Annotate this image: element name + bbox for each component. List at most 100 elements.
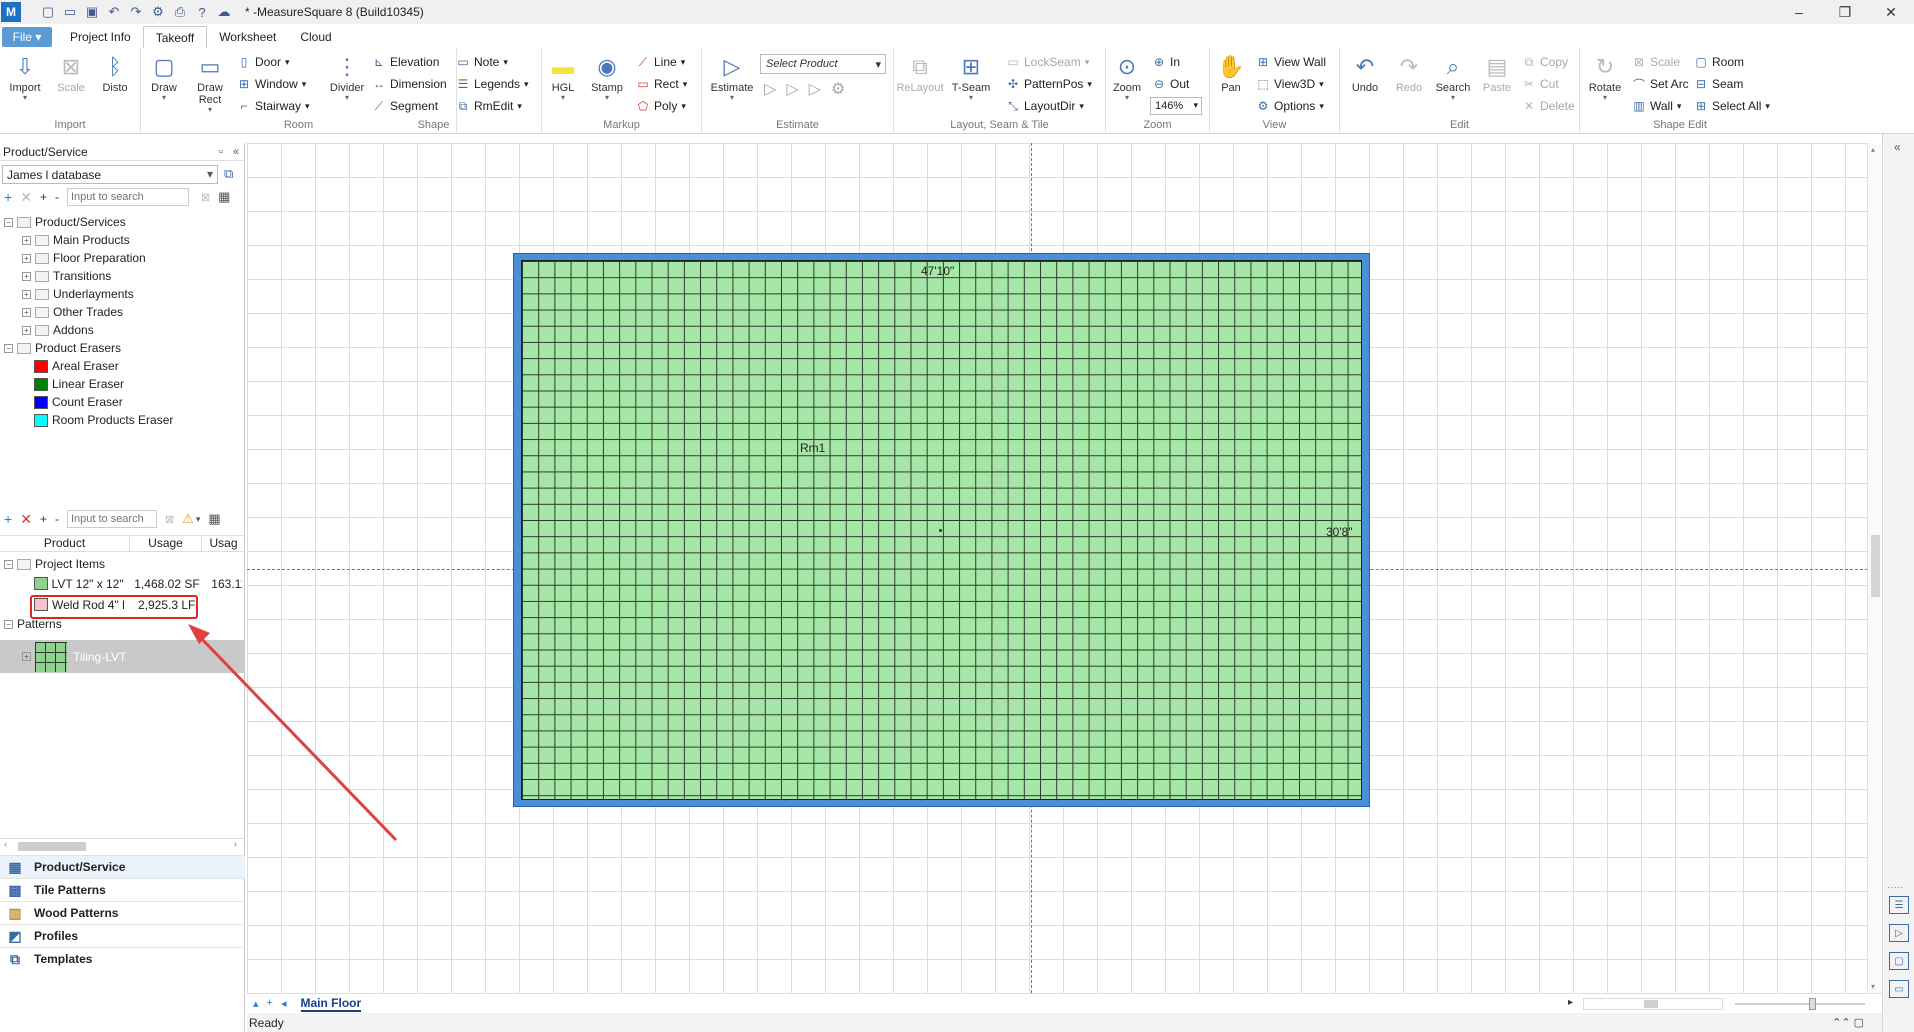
tree-item-underlayments[interactable]: + Underlayments	[4, 285, 242, 303]
tree-item-other-trades[interactable]: + Other Trades	[4, 303, 242, 321]
add-icon[interactable]: +	[4, 189, 12, 205]
add-item-icon[interactable]: +	[4, 511, 12, 527]
play-icon[interactable]: ▷	[764, 79, 776, 99]
nav-templates[interactable]: ⧉ Templates	[0, 947, 245, 970]
select-product-dropdown[interactable]: Select Product ▾	[760, 54, 886, 74]
redo-button[interactable]: ↷ Redo	[1388, 52, 1430, 94]
tree-item-main-products[interactable]: + Main Products	[4, 231, 242, 249]
zoom-level-dropdown[interactable]: 146% ▾	[1150, 97, 1202, 115]
app-icon[interactable]: M	[1, 2, 21, 22]
pan-button[interactable]: ✋ Pan	[1210, 52, 1252, 94]
pattern-item-tiling-lvt[interactable]: + Tiling-LVT	[0, 640, 245, 673]
nav-product-service[interactable]: ▦ Product/Service	[0, 855, 245, 878]
elevation-button[interactable]: ⊾ Elevation	[372, 53, 439, 71]
project-item-lvt[interactable]: LVT 12" x 12" 1,468.02 SF 163.11	[4, 573, 242, 594]
seam-select-button[interactable]: ⊟ Seam	[1694, 75, 1743, 93]
play-forward-icon[interactable]: ▷	[809, 79, 821, 99]
warning-icon[interactable]: ⚠	[182, 511, 194, 527]
project-items-search-input[interactable]	[66, 510, 157, 528]
float-panel-icon[interactable]: ▫	[219, 146, 223, 158]
layers-icon[interactable]: ▢	[1889, 952, 1909, 970]
database-link-icon[interactable]: ⧉	[224, 166, 233, 182]
collapse-items-icon[interactable]: -	[55, 512, 59, 526]
wall-button[interactable]: ▥ Wall ▾	[1632, 97, 1681, 115]
view-wall-button[interactable]: ⊞ View Wall	[1256, 53, 1326, 71]
play-panel-icon[interactable]: ▷	[1889, 924, 1909, 942]
settings-icon[interactable]: ⚙	[149, 4, 167, 20]
preview-icon[interactable]: ▭	[1889, 980, 1909, 998]
room-select-button[interactable]: ▢ Room	[1694, 53, 1744, 71]
patternpos-button[interactable]: ✣ PatternPos ▾	[1006, 75, 1092, 93]
options-button[interactable]: ⚙ Options ▾	[1256, 97, 1324, 115]
legends-button[interactable]: ☰ Legends ▾	[456, 75, 529, 93]
stairway-button[interactable]: ⌐ Stairway ▾	[237, 97, 309, 115]
grid-view-icon[interactable]: ▦	[218, 189, 230, 205]
tree-item-addons[interactable]: + Addons	[4, 321, 242, 339]
remove-icon[interactable]: ✕	[20, 189, 32, 206]
tree-item-transitions[interactable]: + Transitions	[4, 267, 242, 285]
window-button[interactable]: ⊞ Window ▾	[237, 75, 306, 93]
eraser-item-count[interactable]: Count Eraser	[4, 393, 242, 411]
close-icon[interactable]: ✕	[1868, 0, 1914, 24]
sheet-tab-main-floor[interactable]: Main Floor	[300, 996, 362, 1012]
file-menu-button[interactable]: File ▾	[2, 27, 52, 47]
tab-project-info[interactable]: Project Info	[58, 26, 143, 48]
stamp-button[interactable]: ◉ Stamp ▾	[586, 52, 628, 102]
rotate-button[interactable]: ↻ Rotate ▾	[1584, 52, 1626, 102]
column-product[interactable]: Product	[0, 536, 130, 551]
collapse-panel-icon[interactable]: «	[233, 146, 239, 158]
zoom-in-button[interactable]: ⊕ In	[1152, 53, 1180, 71]
expand-icon[interactable]: +	[40, 190, 47, 204]
tree-root[interactable]: − Product/Services	[4, 213, 242, 231]
delete-item-icon[interactable]: ✕	[20, 511, 32, 528]
horizontal-scrollbar[interactable]: ‹ ›	[0, 838, 245, 852]
lockseam-button[interactable]: ▭ LockSeam ▾	[1006, 53, 1089, 71]
help-icon[interactable]: ?	[193, 5, 211, 20]
undo-button[interactable]: ↶ Undo	[1344, 52, 1386, 94]
copy-button[interactable]: ⧉ Copy	[1522, 53, 1568, 71]
new-file-icon[interactable]: ▢	[39, 4, 57, 20]
scale-shape-button[interactable]: ⊠ Scale	[1632, 53, 1680, 71]
relayout-button[interactable]: ⧉ ReLayout	[896, 52, 944, 94]
eraser-item-areal[interactable]: Areal Eraser	[4, 357, 242, 375]
disto-button[interactable]: ᛒ Disto	[94, 52, 136, 94]
import-button[interactable]: ⇩ Import ▾	[4, 52, 46, 102]
warning-dropdown-icon[interactable]: ▾	[196, 514, 201, 525]
cut-button[interactable]: ✂ Cut	[1522, 75, 1559, 93]
draw-rect-button[interactable]: ▭ Draw Rect ▾	[187, 52, 233, 114]
clear-search-icon[interactable]: ⊠	[201, 191, 210, 204]
sheet-up-icon[interactable]: ▴	[253, 997, 259, 1010]
eraser-item-room-products[interactable]: Room Products Eraser	[4, 411, 242, 429]
nav-wood-patterns[interactable]: ▥ Wood Patterns	[0, 901, 245, 924]
set-arc-button[interactable]: ⌒ Set Arc	[1632, 75, 1689, 93]
poly-button[interactable]: ⬠ Poly ▾	[636, 97, 686, 115]
nav-profiles[interactable]: ◩ Profiles	[0, 924, 245, 947]
status-controls-icon[interactable]: ⌃⌃ ▢	[1832, 1016, 1864, 1029]
items-grid-view-icon[interactable]: ▦	[208, 511, 220, 527]
rect-button[interactable]: ▭ Rect ▾	[636, 75, 687, 93]
restore-icon[interactable]: ❐	[1822, 0, 1868, 24]
minimize-icon[interactable]: –	[1776, 0, 1822, 24]
clear-items-search-icon[interactable]: ⊠	[165, 513, 174, 526]
properties-icon[interactable]: ☰	[1889, 896, 1909, 914]
sheet-hscrollbar[interactable]	[1583, 998, 1723, 1010]
column-usage[interactable]: Usage	[130, 536, 202, 551]
tree-erasers-root[interactable]: − Product Erasers	[4, 339, 242, 357]
rmedit-button[interactable]: ⧉ RmEdit ▾	[456, 97, 522, 115]
search-button[interactable]: ⌕ Search ▾	[1432, 52, 1474, 102]
scale-button[interactable]: ⊠ Scale	[50, 52, 92, 94]
nav-tile-patterns[interactable]: ▩ Tile Patterns	[0, 878, 245, 901]
tab-cloud[interactable]: Cloud	[288, 26, 343, 48]
door-button[interactable]: ▯ Door ▾	[237, 53, 290, 71]
zoom-out-button[interactable]: ⊖ Out	[1152, 75, 1189, 93]
undo-icon[interactable]: ↶	[105, 4, 123, 20]
save-icon[interactable]: ▣	[83, 4, 101, 20]
layoutdir-button[interactable]: ⤡ LayoutDir ▾	[1006, 97, 1084, 115]
dimension-button[interactable]: ↔ Dimension	[372, 75, 447, 93]
add-sheet-icon[interactable]: +	[267, 997, 273, 1010]
sheet-prev-icon[interactable]: ◂	[281, 997, 287, 1010]
hgl-button[interactable]: ▬ HGL ▾	[542, 52, 584, 102]
open-folder-icon[interactable]: ▭	[61, 4, 79, 20]
expand-right-panel-icon[interactable]: «	[1894, 140, 1901, 154]
tab-takeoff[interactable]: Takeoff	[142, 26, 208, 48]
